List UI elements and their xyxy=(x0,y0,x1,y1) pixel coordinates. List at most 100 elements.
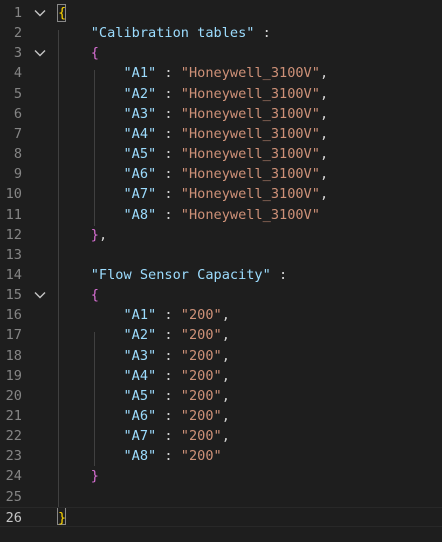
code-line[interactable]: 17 "A2" : "200", xyxy=(0,325,442,345)
code-line[interactable]: 8 "A5" : "Honeywell_3100V", xyxy=(0,144,442,164)
token-str: "200" xyxy=(180,408,222,424)
token-str: "200" xyxy=(180,387,222,404)
fold-chevron-icon[interactable] xyxy=(32,285,48,305)
code-line[interactable]: 19 "A4" : "200", xyxy=(0,366,442,386)
token-key: "A2" xyxy=(123,327,157,344)
line-number: 2 xyxy=(13,25,22,42)
token-punct: : xyxy=(156,125,181,142)
code-line[interactable]: 4 "A1" : "Honeywell_3100V", xyxy=(0,63,442,83)
token-punct: , xyxy=(221,428,230,445)
line-code[interactable]: { xyxy=(58,3,66,23)
token-key: "A5" xyxy=(123,387,157,404)
token-punct: , xyxy=(221,367,230,384)
token-key: "A6" xyxy=(123,408,157,424)
fold-chevron-icon[interactable] xyxy=(32,43,48,63)
token-key: "A4" xyxy=(123,367,157,384)
token-key: "A6" xyxy=(123,166,157,183)
token-str: "200" xyxy=(180,347,222,364)
line-code[interactable]: "A7" : "200", xyxy=(58,426,230,446)
token-punct: , xyxy=(319,105,329,122)
line-code[interactable]: "A3" : "Honeywell_3100V", xyxy=(58,104,328,124)
line-code[interactable]: "Calibration tables" : xyxy=(58,23,271,43)
line-number: 11 xyxy=(5,206,22,223)
token-str: "200" xyxy=(180,428,222,445)
line-code[interactable]: "A7" : "Honeywell_3100V", xyxy=(58,184,328,204)
token-str: "Honeywell_3100V" xyxy=(180,206,320,223)
line-number: 18 xyxy=(5,347,22,364)
line-code[interactable]: "A3" : "200", xyxy=(58,346,229,366)
token-str: "Honeywell_3100V" xyxy=(180,65,320,82)
line-number: 12 xyxy=(5,226,22,243)
token-punct: : xyxy=(156,105,181,122)
code-line[interactable]: 12 }, xyxy=(0,225,442,245)
code-line[interactable]: 1{ xyxy=(0,3,442,23)
line-code[interactable]: "A5" : "200", xyxy=(58,386,230,406)
code-line[interactable]: 9 "A6" : "Honeywell_3100V", xyxy=(0,164,442,184)
line-code[interactable]: "A2" : "200", xyxy=(58,325,229,345)
code-line[interactable]: 2 "Calibration tables" : xyxy=(0,23,442,43)
line-code[interactable]: "Flow Sensor Capacity" : xyxy=(58,265,287,285)
line-code[interactable]: "A2" : "Honeywell_3100V", xyxy=(58,84,328,104)
token-str: "200" xyxy=(180,448,222,465)
token-punct: : xyxy=(156,327,181,344)
code-line[interactable]: 16 "A1" : "200", xyxy=(0,305,442,325)
line-code[interactable]: "A1" : "Honeywell_3100V", xyxy=(58,63,328,83)
code-line[interactable]: 11 "A8" : "Honeywell_3100V" xyxy=(0,205,442,225)
code-line[interactable]: 14 "Flow Sensor Capacity" : xyxy=(0,265,442,285)
line-code[interactable]: "A5" : "Honeywell_3100V", xyxy=(58,144,328,164)
token-punct: : xyxy=(156,146,181,163)
code-line[interactable]: 15 { xyxy=(0,285,442,305)
line-code[interactable]: } xyxy=(58,508,66,528)
code-line[interactable]: 25 xyxy=(0,487,442,507)
token-key: "A4" xyxy=(123,125,157,142)
code-editor[interactable]: 1{2 "Calibration tables" :3 {4 "A1" : "H… xyxy=(0,0,442,542)
code-line[interactable]: 5 "A2" : "Honeywell_3100V", xyxy=(0,84,442,104)
code-line[interactable]: 10 "A7" : "Honeywell_3100V", xyxy=(0,184,442,204)
token-punct: , xyxy=(319,85,329,102)
code-line[interactable]: 23 "A8" : "200" xyxy=(0,446,442,466)
token-punct: , xyxy=(221,387,230,404)
line-number: 19 xyxy=(5,367,22,384)
line-number: 23 xyxy=(5,448,22,465)
token-key: "A1" xyxy=(123,307,157,324)
token-str: "Honeywell_3100V" xyxy=(180,105,320,122)
line-number: 4 xyxy=(13,65,22,82)
line-number: 24 xyxy=(5,468,22,485)
code-line[interactable]: 20 "A5" : "200", xyxy=(0,386,442,406)
line-code[interactable]: { xyxy=(58,43,99,63)
token-brace2: } xyxy=(90,468,99,485)
fold-chevron-icon[interactable] xyxy=(32,3,48,23)
code-line[interactable]: 26} xyxy=(0,506,442,528)
line-code[interactable]: "A1" : "200", xyxy=(58,305,229,325)
code-line[interactable]: 22 "A7" : "200", xyxy=(0,426,442,446)
line-code[interactable]: "A4" : "Honeywell_3100V", xyxy=(58,124,328,144)
line-code[interactable]: "A4" : "200", xyxy=(58,366,230,386)
line-number: 6 xyxy=(13,105,22,122)
line-number: 15 xyxy=(5,287,22,304)
token-punct: : xyxy=(270,266,288,283)
code-line[interactable]: 21 "A6" : "200", xyxy=(0,406,442,426)
code-line[interactable]: 13 xyxy=(0,245,442,265)
code-line[interactable]: 7 "A4" : "Honeywell_3100V", xyxy=(0,124,442,144)
line-code[interactable]: "A8" : "200" xyxy=(58,446,222,466)
line-code[interactable]: } xyxy=(58,466,99,486)
line-number: 9 xyxy=(13,166,22,183)
code-line[interactable]: 3 { xyxy=(0,43,442,63)
line-number: 20 xyxy=(5,387,22,404)
line-code[interactable]: "A6" : "200", xyxy=(58,406,229,426)
code-line[interactable]: 18 "A3" : "200", xyxy=(0,346,442,366)
line-number: 10 xyxy=(5,186,22,203)
line-code[interactable]: "A8" : "Honeywell_3100V" xyxy=(58,205,320,225)
line-number: 7 xyxy=(13,125,22,142)
code-line[interactable]: 6 "A3" : "Honeywell_3100V", xyxy=(0,104,442,124)
line-code[interactable]: }, xyxy=(58,225,107,245)
line-number: 26 xyxy=(5,509,22,526)
line-code[interactable]: { xyxy=(58,285,99,305)
code-line[interactable]: 24 } xyxy=(0,466,442,486)
line-code[interactable]: "A6" : "Honeywell_3100V", xyxy=(58,164,328,184)
